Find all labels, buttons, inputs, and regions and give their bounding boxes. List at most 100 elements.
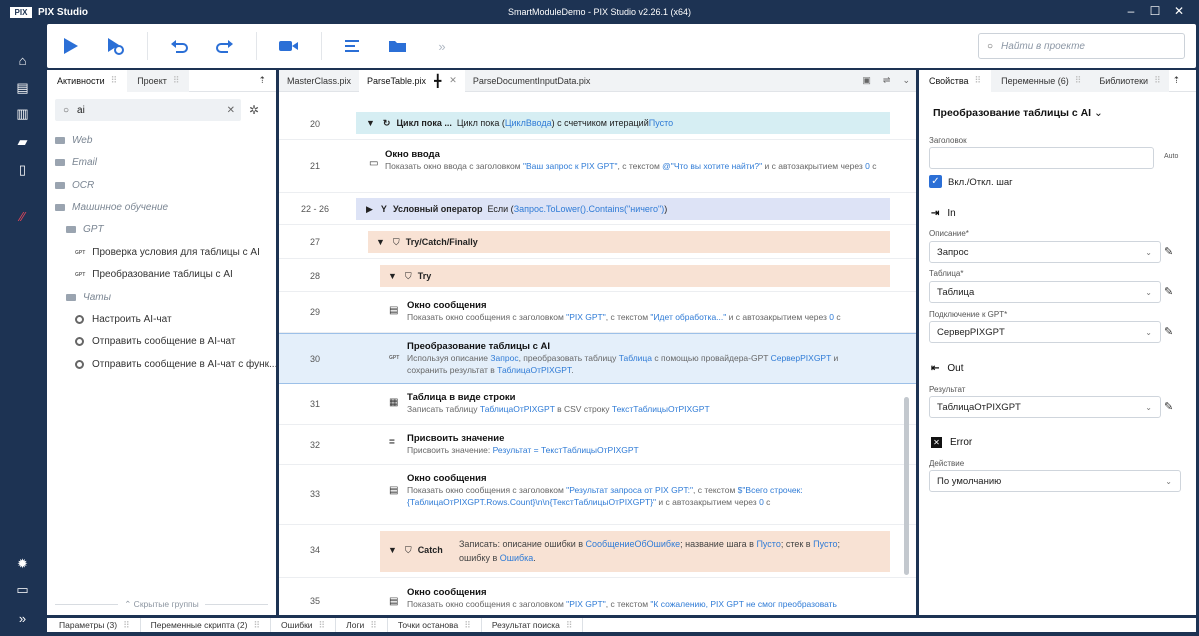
step-row[interactable]: 27 ▼ ⛉ Try/Catch/Finally [279, 225, 916, 259]
collapse-icon[interactable]: ▼ [366, 118, 375, 128]
tab-activities[interactable]: Активности ⠿ [47, 69, 128, 92]
pin-icon[interactable]: ╋ [434, 74, 441, 88]
save-icon[interactable]: ▤ [0, 76, 45, 100]
result-select[interactable]: ТаблицаОтPIXGPT ⌄ [929, 396, 1161, 418]
activity-setup-ai-chat[interactable]: Настроить AI-чат [75, 314, 172, 325]
tab-libraries[interactable]: Библиотеки ⠿ [1091, 69, 1169, 92]
tab-parameters[interactable]: Параметры (3) ⠿ [47, 618, 141, 632]
try-block[interactable]: ▼ ⛉ Try [380, 265, 890, 287]
edit-table-icon[interactable]: ✎ [1164, 285, 1173, 298]
maximize-icon[interactable]: ☐ [1143, 4, 1167, 18]
options-icon[interactable]: ⇌ [877, 70, 897, 92]
step-row[interactable]: 21 ▭ Окно ввода Показать окно ввода с за… [279, 140, 916, 193]
settings-icon[interactable]: ✹ [0, 552, 45, 576]
action-select[interactable]: По умолчанию ⌄ [929, 470, 1181, 492]
save-all-icon[interactable]: ▥ [0, 102, 45, 126]
activity-search-input[interactable]: ○ ai ✕ [55, 99, 241, 121]
tab-masterclass[interactable]: MasterClass.pix [279, 70, 359, 92]
step-row[interactable]: 22 - 26 ▶ Y Условный оператор Если (Запр… [279, 193, 916, 225]
camera-icon [279, 41, 298, 51]
chat-icon[interactable]: ▭ [0, 578, 45, 602]
tree-group-ocr[interactable]: OCR [55, 180, 94, 191]
collapse-icon[interactable]: ▼ [388, 545, 397, 555]
redo-button[interactable] [206, 30, 242, 62]
more-button[interactable]: » [424, 30, 460, 62]
list-button[interactable] [336, 30, 372, 62]
connection-select[interactable]: СерверPIXGPT ⌄ [929, 321, 1161, 343]
hidden-groups-toggle[interactable]: ⌃ Скрытые группы [118, 599, 205, 609]
folder-icon[interactable]: ▰ [0, 130, 45, 154]
step-row[interactable]: 20 ▼ ↻ Цикл пока ... Цикл пока (ЦиклВвод… [279, 107, 916, 140]
tab-script-variables[interactable]: Переменные скрипта (2) ⠿ [141, 618, 272, 632]
close-icon[interactable]: ✕ [1167, 4, 1191, 18]
loop-block[interactable]: ▼ ↻ Цикл пока ... Цикл пока (ЦиклВвода) … [356, 112, 890, 134]
tab-breakpoints[interactable]: Точки останова ⠿ [388, 618, 482, 632]
tab-parsedocument[interactable]: ParseDocumentInputData.pix [465, 70, 599, 92]
chevron-down-icon[interactable]: ⌄ [896, 70, 916, 92]
properties-title[interactable]: Преобразование таблицы с AI ⌄ [933, 107, 1103, 119]
table-select[interactable]: Таблица ⌄ [929, 281, 1161, 303]
step-description: Показать окно сообщения с заголовком "PI… [407, 312, 841, 322]
activity-transform-table-ai[interactable]: GPT Преобразование таблицы с AI [75, 269, 233, 280]
layout-icon[interactable]: ▣ [856, 70, 877, 92]
gpt-icon: GPT [75, 249, 86, 256]
catch-block[interactable]: ▼ ⛉ Catch Записать: описание ошибки в Сооб… [380, 531, 890, 572]
tree-group-email[interactable]: Email [55, 157, 97, 168]
expand-icon[interactable]: » [0, 606, 45, 630]
step-row[interactable]: 32 = Присвоить значение Присвоить значен… [279, 425, 916, 465]
tab-properties[interactable]: Свойства ⠿ [919, 69, 992, 92]
chevron-down-icon: ⌄ [1145, 247, 1152, 257]
tab-errors[interactable]: Ошибки ⠿ [271, 618, 337, 632]
tab-project[interactable]: Проект ⠿ [127, 69, 190, 92]
document-icon[interactable]: ▯ [0, 158, 45, 182]
try-catch-block[interactable]: ▼ ⛉ Try/Catch/Finally [368, 231, 890, 253]
condition-block[interactable]: ▶ Y Условный оператор Если (Запрос.ToLow… [356, 198, 890, 220]
description-select[interactable]: Запрос ⌄ [929, 241, 1161, 263]
edit-connection-icon[interactable]: ✎ [1164, 325, 1173, 338]
tree-group-web[interactable]: Web [55, 135, 92, 146]
tree-group-chats[interactable]: Чаты [66, 292, 111, 303]
header-input[interactable] [929, 147, 1154, 169]
message-icon: ▤ [389, 485, 399, 496]
pix-logo-icon[interactable]: ⁄⁄ [0, 204, 45, 228]
run-button[interactable] [53, 30, 89, 62]
step-enabled-checkbox[interactable]: ✓ [929, 175, 942, 188]
home-icon[interactable]: ⌂ [0, 48, 45, 72]
tab-parsetable[interactable]: ParseTable.pix ╋ ✕ [359, 70, 465, 92]
step-row-selected[interactable]: 30 GPT Преобразование таблицы с AI Испол… [279, 333, 916, 384]
edit-description-icon[interactable]: ✎ [1164, 245, 1173, 258]
activity-send-ai-chat-func[interactable]: Отправить сообщение в AI-чат с функ... [75, 359, 277, 370]
activity-check-table-ai[interactable]: GPT Проверка условия для таблицы с AI [75, 247, 260, 258]
collapse-icon[interactable]: ▼ [376, 237, 385, 247]
minimize-icon[interactable]: – [1119, 4, 1143, 18]
tab-search-results[interactable]: Результат поиска ⠿ [482, 618, 584, 632]
tab-logs[interactable]: Логи ⠿ [336, 618, 388, 632]
collapse-icon[interactable]: ▼ [388, 271, 397, 281]
activity-send-ai-chat[interactable]: Отправить сообщение в AI-чат [75, 336, 235, 347]
project-search-input[interactable]: ○ Найти в проекте [978, 33, 1185, 59]
step-row[interactable]: 28 ▼ ⛉ Try [279, 259, 916, 292]
step-row[interactable]: 34 ▼ ⛉ Catch Записать: описание ошибки в С… [279, 525, 916, 578]
tree-group-gpt[interactable]: GPT [66, 224, 104, 235]
scrollbar-thumb[interactable] [904, 397, 909, 575]
expand-icon[interactable]: ▶ [366, 204, 373, 215]
open-folder-button[interactable] [380, 30, 416, 62]
step-row[interactable]: 31 ▦ Таблица в виде строки Записать табл… [279, 384, 916, 425]
pin-icon[interactable]: ⇡ [248, 70, 276, 92]
folder-open-icon [66, 294, 76, 301]
record-button[interactable] [271, 30, 307, 62]
auto-button[interactable]: Auto [1164, 153, 1178, 160]
undo-button[interactable] [162, 30, 198, 62]
step-row[interactable]: 35 ▤ Окно сообщения Показать окно сообще… [279, 578, 916, 615]
pin-icon[interactable]: ⇡ [1169, 70, 1185, 92]
chevron-down-icon: ⌄ [1165, 476, 1172, 486]
filter-settings-icon[interactable]: ✲ [249, 103, 259, 117]
tab-variables[interactable]: Переменные (6) ⠿ [991, 69, 1092, 92]
step-row[interactable]: 33 ▤ Окно сообщения Показать окно сообще… [279, 465, 916, 525]
step-row[interactable]: 29 ▤ Окно сообщения Показать окно сообще… [279, 292, 916, 333]
clear-icon[interactable]: ✕ [227, 105, 235, 116]
debug-button[interactable] [97, 30, 133, 62]
close-tab-icon[interactable]: ✕ [449, 75, 457, 86]
tree-group-ml[interactable]: Машинное обучение [55, 202, 168, 213]
edit-result-icon[interactable]: ✎ [1164, 400, 1173, 413]
